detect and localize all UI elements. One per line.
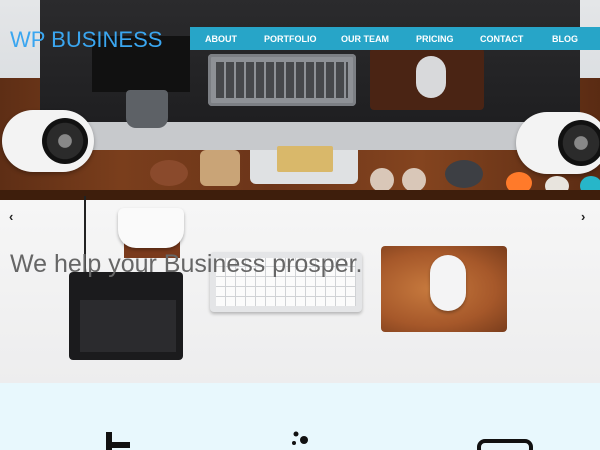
toy-figure	[150, 160, 188, 186]
cup-on-shelf	[126, 90, 168, 128]
nav-item-pricing[interactable]: PRICING	[416, 34, 454, 44]
coin	[402, 168, 426, 192]
nav-item-portfolio[interactable]: PORTFOLIO	[264, 34, 317, 44]
device-icon	[477, 439, 533, 450]
nav-item-contact[interactable]: CONTACT	[480, 34, 523, 44]
mouse-reflection	[416, 56, 446, 98]
coin	[370, 168, 394, 192]
chevron-right-icon[interactable]: ›	[581, 209, 585, 224]
nav-item-blog[interactable]: BLOG	[552, 34, 578, 44]
main-nav: ABOUT PORTFOLIO OUR TEAM PRICING CONTACT…	[190, 27, 600, 50]
flask-icon	[292, 431, 308, 445]
speaker-left	[2, 110, 94, 172]
mouse	[430, 255, 466, 311]
features-section	[0, 383, 600, 450]
speaker-right	[516, 112, 600, 174]
hero-tagline: We help your Business prosper.	[10, 250, 363, 278]
keyboard-reflection	[208, 54, 356, 106]
nav-item-about[interactable]: ABOUT	[205, 34, 237, 44]
coffee-mug	[118, 208, 184, 248]
hero-slider	[0, 0, 600, 383]
toy-figure	[200, 150, 240, 186]
nav-item-our-team[interactable]: OUR TEAM	[341, 34, 389, 44]
toy-figure	[445, 160, 483, 188]
tower-icon	[106, 432, 130, 450]
stand-box	[277, 146, 333, 172]
chevron-left-icon[interactable]: ‹	[9, 209, 13, 224]
site-logo[interactable]: WP BUSINESS	[10, 27, 162, 53]
tablet-surface	[80, 300, 176, 352]
